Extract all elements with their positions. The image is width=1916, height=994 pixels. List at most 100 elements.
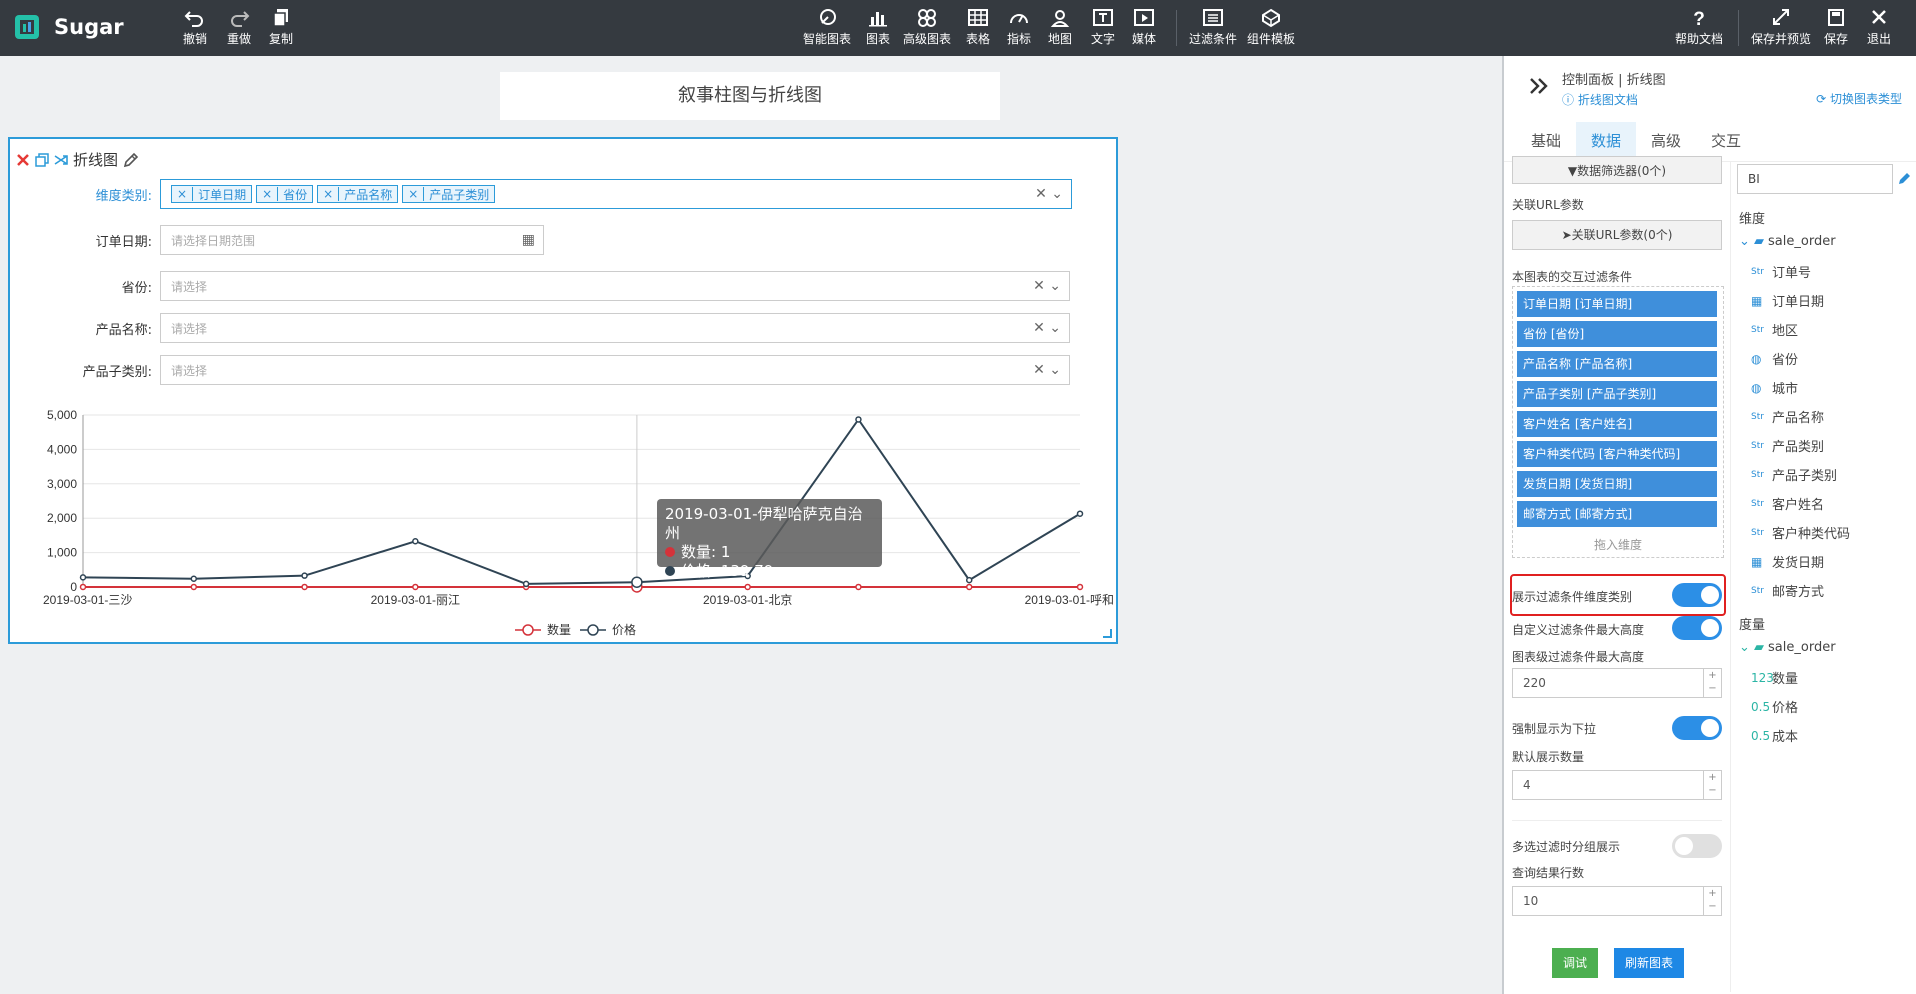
filter-condition-button[interactable]: 过滤条件 <box>1189 8 1237 47</box>
edit-pencil-icon[interactable] <box>122 151 140 169</box>
dimension-field[interactable]: Str 产品子类别 <box>1751 465 1837 484</box>
tag-remove-icon[interactable]: × <box>318 187 340 201</box>
switch-chart-type-link[interactable]: ⟳ 切换图表类型 <box>1816 90 1902 107</box>
line-chart-svg[interactable]: 0 1,000 2,000 3,000 4,000 5,000 2019-03-01-三沙 2… <box>10 397 1116 642</box>
interaction-chip[interactable]: 客户姓名 [客户姓名] <box>1517 411 1717 437</box>
dimension-field[interactable]: Str 客户种类代码 <box>1751 523 1850 542</box>
interaction-chip[interactable]: 产品子类别 [产品子类别] <box>1517 381 1717 407</box>
interaction-chip[interactable]: 发货日期 [发货日期] <box>1517 471 1717 497</box>
redo-button[interactable]: 重做 <box>227 8 251 47</box>
dimension-tag[interactable]: × 产品名称 <box>317 185 399 203</box>
copy-icon <box>273 9 288 27</box>
advanced-chart-button[interactable]: 高级图表 <box>903 8 951 47</box>
debug-button[interactable]: 调试 <box>1552 948 1598 978</box>
copy-button[interactable]: 复制 <box>269 8 293 47</box>
canvas-title[interactable]: 叙事柱图与折线图 <box>500 72 1000 120</box>
interaction-chip[interactable]: 客户种类代码 [客户种类代码] <box>1517 441 1717 467</box>
default-count-input[interactable]: 4 + − <box>1512 770 1722 800</box>
line-chart[interactable]: 0 1,000 2,000 3,000 4,000 5,000 2019-03-01-三沙 2… <box>10 397 1116 642</box>
dimension-field[interactable]: Str 产品名称 <box>1751 407 1824 426</box>
tag-remove-icon[interactable]: × <box>172 187 194 201</box>
edit-pencil-icon[interactable] <box>1897 170 1913 186</box>
number-stepper[interactable]: + − <box>1703 887 1721 915</box>
dimension-field[interactable]: Str 订单号 <box>1751 262 1811 281</box>
calendar-icon[interactable]: ▦ <box>522 232 535 248</box>
dimension-field[interactable]: Str 客户姓名 <box>1751 494 1824 513</box>
table-button[interactable]: 表格 <box>966 8 990 47</box>
smart-chart-button[interactable]: 智能图表 <box>803 8 851 47</box>
dimension-folder[interactable]: ⌄ ▰ sale_order <box>1739 234 1836 249</box>
number-stepper[interactable]: + − <box>1703 771 1721 799</box>
clear-chevron-icon[interactable]: ✕ ⌄ <box>1033 320 1061 336</box>
field-name: 成本 <box>1772 730 1799 745</box>
url-params-label: 关联URL参数 <box>1512 198 1584 212</box>
duplicate-icon[interactable] <box>35 152 49 167</box>
refresh-chart-button[interactable]: 刷新图表 <box>1614 948 1684 978</box>
clear-chevron-icon[interactable]: ✕ ⌄ <box>1035 186 1063 202</box>
save-preview-button[interactable]: 保存并预览 <box>1751 8 1811 47</box>
undo-button[interactable]: 撤销 <box>183 8 207 47</box>
dimension-field[interactable]: ◍ 城市 <box>1751 378 1798 398</box>
custom-max-height-toggle[interactable] <box>1672 616 1722 640</box>
dimension-tag[interactable]: × 省份 <box>256 185 314 203</box>
date-range-input[interactable]: 请选择日期范围 ▦ <box>160 225 544 255</box>
province-select[interactable]: 请选择 ✕ ⌄ <box>160 271 1070 301</box>
dimension-tag[interactable]: × 订单日期 <box>171 185 253 203</box>
interaction-chip[interactable]: 邮寄方式 [邮寄方式] <box>1517 501 1717 527</box>
metric-button[interactable]: 指标 <box>1007 8 1031 47</box>
dimension-field[interactable]: Str 邮寄方式 <box>1751 581 1824 600</box>
dimension-field[interactable]: Str 地区 <box>1751 320 1798 339</box>
dimension-field[interactable]: ◍ 省份 <box>1751 349 1798 369</box>
product-name-select[interactable]: 请选择 ✕ ⌄ <box>160 313 1070 343</box>
dimension-tags-select[interactable]: × 订单日期 × 省份 × 产品名称 × 产品子类别 ✕ ⌄ <box>160 179 1072 209</box>
resize-handle-icon[interactable] <box>1102 628 1112 638</box>
dimension-field[interactable]: ▦ 发货日期 <box>1751 552 1825 572</box>
delete-icon[interactable] <box>16 153 30 167</box>
map-button[interactable]: 地图 <box>1048 8 1072 47</box>
tag-remove-icon[interactable]: × <box>257 187 279 201</box>
multi-group-toggle[interactable] <box>1672 834 1722 858</box>
dataset-search-input[interactable]: BI <box>1737 164 1893 194</box>
save-button[interactable]: 保存 <box>1824 8 1848 47</box>
field-name: 价格 <box>1772 701 1799 716</box>
app-logo[interactable]: Sugar <box>12 12 124 42</box>
help-doc-button[interactable]: ? 帮助文档 <box>1675 8 1723 47</box>
chart-doc-link[interactable]: ⓘ 折线图文档 <box>1562 91 1638 108</box>
chart-button[interactable]: 图表 <box>866 8 890 47</box>
measure-folder[interactable]: ⌄ ▰ sale_order <box>1739 640 1836 655</box>
line-chart-widget[interactable]: 折线图 维度类别: × 订单日期 × 省份 × 产品名称 × 产品子类别 ✕ ⌄ 订单日… <box>8 137 1118 644</box>
result-rows-input[interactable]: 10 + − <box>1512 886 1722 916</box>
media-button[interactable]: 媒体 <box>1132 8 1156 47</box>
collapse-panel-icon[interactable] <box>1528 76 1550 96</box>
dimension-tag[interactable]: × 产品子类别 <box>402 185 496 203</box>
url-params-button[interactable]: ➤关联URL参数(0个) <box>1512 220 1722 250</box>
exit-button[interactable]: 退出 <box>1867 8 1891 47</box>
dimension-field[interactable]: ▦ 订单日期 <box>1751 291 1824 311</box>
component-template-button[interactable]: 组件模板 <box>1247 8 1295 47</box>
clear-chevron-icon[interactable]: ✕ ⌄ <box>1033 362 1061 378</box>
field-name: 发货日期 <box>1772 556 1825 571</box>
interaction-chip[interactable]: 省份 [省份] <box>1517 321 1717 347</box>
clear-chevron-icon[interactable]: ✕ ⌄ <box>1033 278 1061 294</box>
interaction-chip[interactable]: 产品名称 [产品名称] <box>1517 351 1717 377</box>
interaction-chip[interactable]: 订单日期 [订单日期] <box>1517 291 1717 317</box>
redo-label: 重做 <box>227 32 252 46</box>
measure-field[interactable]: 123 数量 <box>1751 668 1798 688</box>
chart-max-height-input[interactable]: 220 + − <box>1512 668 1722 698</box>
field-name: 邮寄方式 <box>1772 585 1825 600</box>
show-dimension-category-toggle[interactable] <box>1672 583 1722 607</box>
subcategory-select[interactable]: 请选择 ✕ ⌄ <box>160 355 1070 385</box>
tooltip-title: 2019-03-01-伊犁哈萨克自治州 <box>665 505 863 542</box>
data-filter-button[interactable]: ▼数据筛选器(0个) <box>1512 156 1722 184</box>
shuffle-icon[interactable] <box>54 153 68 167</box>
tag-remove-icon[interactable]: × <box>403 187 425 201</box>
top-toolbar: Sugar 撤销 重做 复制 智能图表 图表 高级图表 表格 指标 地图 文字 <box>0 0 1916 56</box>
measure-field[interactable]: 0.5 成本 <box>1751 726 1799 746</box>
text-button[interactable]: 文字 <box>1091 8 1115 47</box>
data-point <box>631 576 643 588</box>
expand-icon <box>1773 9 1789 25</box>
dimension-field[interactable]: Str 产品类别 <box>1751 436 1824 455</box>
force-dropdown-toggle[interactable] <box>1672 716 1722 740</box>
number-stepper[interactable]: + − <box>1703 669 1721 697</box>
measure-field[interactable]: 0.5 价格 <box>1751 697 1799 717</box>
